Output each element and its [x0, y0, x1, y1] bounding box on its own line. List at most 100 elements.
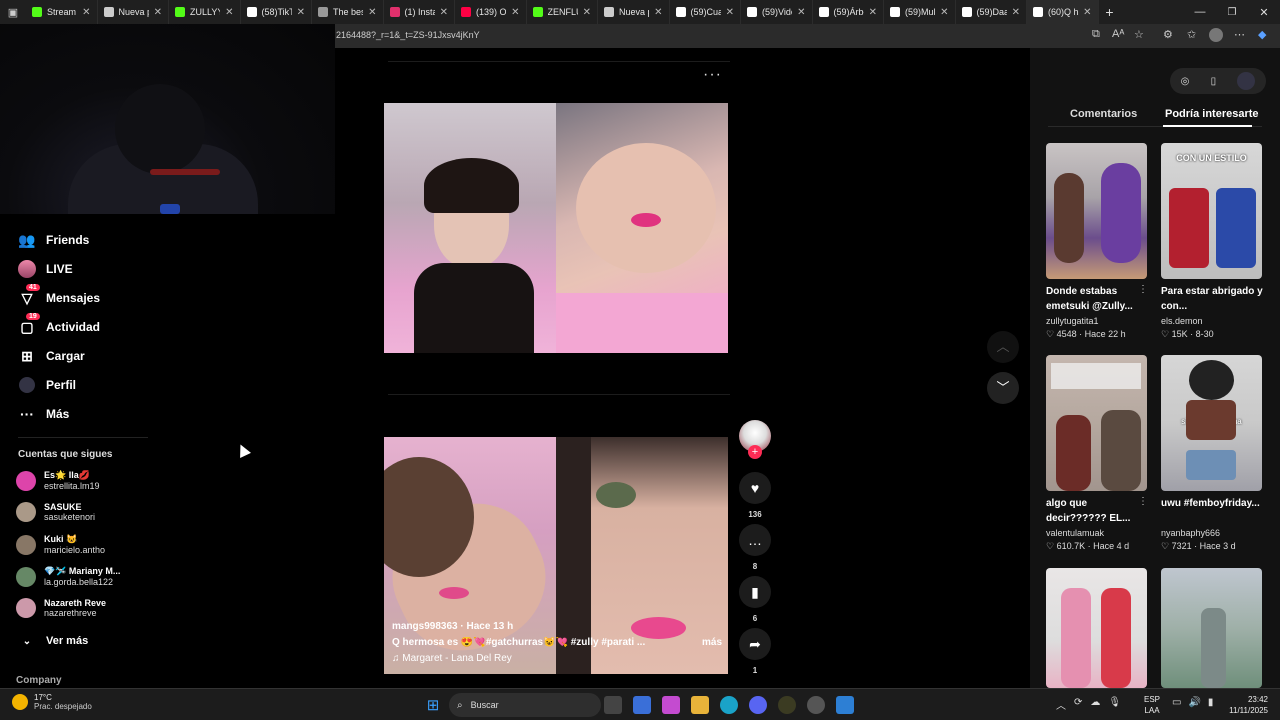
browser-tab[interactable]: (139) Os ✕	[455, 0, 527, 24]
quick-settings[interactable]: ▭ 🔊 ▮	[1172, 697, 1213, 708]
comment-icon[interactable]: …	[739, 524, 771, 556]
microphone-icon[interactable]: 🎙	[1108, 697, 1121, 712]
suggested-video-card[interactable]	[1046, 568, 1148, 688]
video-author-line[interactable]: mangs998363 · Hace 13 h	[392, 621, 722, 632]
chevron-down-icon[interactable]: ﹀	[987, 372, 1019, 404]
close-tab-icon[interactable]: ✕	[440, 7, 448, 18]
close-tab-icon[interactable]: ✕	[1012, 7, 1020, 18]
suggested-video-card[interactable]: simon w mañana uwu #femboyfriday... nyan…	[1161, 355, 1263, 552]
tab-suggested[interactable]: Podría interesarte	[1165, 108, 1259, 120]
file-explorer-icon[interactable]	[691, 696, 709, 714]
followed-account[interactable]: Kuki 😺 maricielo.antho	[16, 534, 105, 555]
close-tab-icon[interactable]: ✕	[654, 7, 662, 18]
close-tab-icon[interactable]: ✕	[797, 7, 805, 18]
tab-actions-icon[interactable]: ▣	[0, 0, 26, 24]
close-window-button[interactable]: ✕	[1248, 6, 1280, 19]
weather-widget[interactable]: 17°C Prac. despejado	[12, 693, 92, 711]
see-more-button[interactable]: ⌄ Ver más	[18, 632, 88, 650]
close-tab-icon[interactable]: ✕	[225, 7, 233, 18]
comment-action[interactable]: … 8	[739, 524, 771, 571]
heart-icon[interactable]: ♥	[739, 472, 771, 504]
task-view-icon[interactable]	[604, 696, 622, 714]
bookmark-icon[interactable]: ▮	[739, 576, 771, 608]
caption-more-link[interactable]: más	[702, 637, 722, 648]
video-music[interactable]: ♫ Margaret - Lana Del Rey	[392, 653, 722, 664]
discord-icon[interactable]	[749, 696, 767, 714]
close-tab-icon[interactable]: ✕	[869, 7, 877, 18]
close-tab-icon[interactable]: ✕	[154, 7, 162, 18]
chevron-up-icon[interactable]: ︿	[987, 331, 1019, 363]
browser-tab[interactable]: Nueva p ✕	[598, 0, 670, 24]
settings-menu-icon[interactable]: ⋯	[1234, 28, 1245, 41]
favorites-icon[interactable]: ✩	[1187, 28, 1196, 41]
browser-tab[interactable]: (60)Q he ✕	[1027, 0, 1099, 24]
browser-tab[interactable]: (59)Mult ✕	[884, 0, 956, 24]
video-author[interactable]: nyanbaphy666	[1161, 528, 1263, 538]
language-indicator[interactable]: ESP LAA	[1144, 694, 1160, 716]
copilot-icon[interactable]	[662, 696, 680, 714]
browser-tab[interactable]: (59)Daar ✕	[956, 0, 1027, 24]
compass-icon[interactable]: ◎	[1181, 76, 1190, 87]
copilot-icon[interactable]: ◆	[1258, 28, 1266, 41]
maximize-button[interactable]: ❐	[1216, 7, 1248, 18]
browser-tab[interactable]: (59)Vide ✕	[741, 0, 813, 24]
nav-upload[interactable]: ⊞ Cargar	[18, 347, 85, 365]
close-tab-icon[interactable]: ✕	[726, 7, 734, 18]
browser-tab[interactable]: The best ✕	[312, 0, 384, 24]
browser-tab[interactable]: (59)Cuan ✕	[670, 0, 741, 24]
close-tab-icon[interactable]: ✕	[583, 7, 591, 18]
clock[interactable]: 23:42 11/11/2025	[1226, 694, 1268, 716]
more-options-icon[interactable]: ⋮	[1138, 496, 1148, 526]
nav-profile[interactable]: Perfil	[18, 376, 76, 394]
creator-avatar[interactable]: +	[739, 420, 771, 459]
nav-messages[interactable]: ▽ 41 Mensajes	[18, 284, 100, 307]
company-link[interactable]: Company	[16, 675, 62, 686]
followed-account[interactable]: Nazareth Reve nazarethreve	[16, 598, 106, 618]
followed-account[interactable]: Es🌟 Ila💋 estrellita.lm19	[16, 470, 100, 491]
browser-tab[interactable]: Stream ✕	[26, 0, 98, 24]
chevron-up-icon[interactable]: ︿	[1056, 697, 1066, 712]
nav-more[interactable]: ··· Más	[18, 405, 69, 423]
phone-icon[interactable]: ▯	[1211, 76, 1217, 87]
app-icon-3[interactable]	[836, 696, 854, 714]
taskbar-search[interactable]: ⌕ Buscar	[449, 693, 601, 717]
share-action[interactable]: ➦ 1	[739, 628, 771, 675]
browser-tab[interactable]: ZENFLUE ✕	[527, 0, 598, 24]
close-tab-icon[interactable]: ✕	[1083, 7, 1091, 18]
suggested-video-card[interactable]	[1161, 568, 1263, 688]
share-icon[interactable]: ➦	[739, 628, 771, 660]
nav-friends[interactable]: 👥 Friends	[18, 231, 89, 249]
video-author[interactable]: valentulamuak	[1046, 528, 1148, 538]
close-tab-icon[interactable]: ✕	[82, 7, 90, 18]
follow-plus-icon[interactable]: +	[748, 445, 762, 459]
app-icon[interactable]	[778, 696, 796, 714]
browser-tab[interactable]: (59)Árbo ✕	[813, 0, 884, 24]
open-app-icon[interactable]: ⧉	[1092, 28, 1100, 41]
user-avatar-icon[interactable]	[1237, 72, 1256, 90]
more-options-icon[interactable]: ⋮	[1138, 284, 1148, 314]
close-tab-icon[interactable]: ✕	[511, 7, 519, 18]
cloud-icon[interactable]: ☁	[1090, 697, 1100, 712]
browser-tab[interactable]: Nueva p ✕	[98, 0, 169, 24]
sync-icon[interactable]: ⟳	[1074, 697, 1082, 712]
nav-live[interactable]: LIVE	[18, 260, 73, 278]
store-icon[interactable]	[633, 696, 651, 714]
close-tab-icon[interactable]: ✕	[940, 7, 948, 18]
video-player-previous[interactable]	[384, 103, 728, 353]
like-action[interactable]: ♥ 136	[739, 472, 771, 519]
browser-tab[interactable]: ZULLYY ✕	[169, 0, 241, 24]
minimize-button[interactable]: —	[1184, 6, 1216, 18]
video-author[interactable]: els.demon	[1161, 316, 1263, 326]
suggested-video-card[interactable]: algo que decir?????? EL... ⋮ valentulamua…	[1046, 355, 1148, 552]
followed-account[interactable]: 💎🛩️ Mariany M... la.gorda.bella122	[16, 566, 120, 587]
tab-comments[interactable]: Comentarios	[1070, 108, 1137, 120]
profile-avatar-icon[interactable]	[1209, 28, 1223, 42]
close-tab-icon[interactable]: ✕	[297, 7, 305, 18]
extensions-icon[interactable]: ⚙	[1163, 28, 1173, 41]
video-author[interactable]: zullytugatita1	[1046, 316, 1148, 326]
save-action[interactable]: ▮ 6	[739, 576, 771, 623]
nav-activity[interactable]: ▢ 19 Actividad	[18, 313, 100, 336]
read-aloud-icon[interactable]: Aᴬ	[1112, 28, 1124, 40]
favorite-star-icon[interactable]: ☆	[1134, 28, 1144, 41]
start-icon[interactable]: ⊞	[424, 696, 442, 714]
